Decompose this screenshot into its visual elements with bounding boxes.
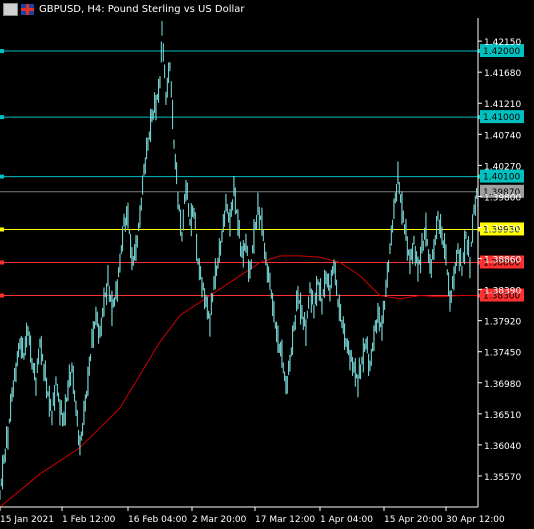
y-tick-label: 1.37450: [484, 349, 521, 359]
level-handle[interactable]: [0, 227, 4, 232]
y-tick-label: 1.36510: [484, 411, 521, 421]
moving-average: [0, 255, 478, 508]
x-tick-label: 17 Mar 12:00: [255, 515, 315, 525]
y-tick-label: 1.35570: [484, 473, 521, 483]
x-tick-label: 15 Apr 20:00: [384, 515, 443, 525]
x-tick-label: 2 Mar 20:00: [192, 515, 247, 525]
y-tick-label: 1.41210: [484, 100, 521, 110]
level-handle[interactable]: [0, 49, 4, 54]
y-tick-label: 1.42150: [484, 38, 521, 48]
x-tick-label: 1 Feb 12:00: [62, 515, 116, 525]
y-tick-label: 1.39330: [484, 224, 521, 234]
y-tick-label: 1.39800: [484, 193, 521, 203]
level-price-label: 1.42000: [483, 47, 520, 57]
price-series: [0, 20, 479, 500]
x-tick-label: 30 Apr 12:00: [446, 515, 505, 525]
y-tick-label: 1.36980: [484, 380, 521, 390]
x-tick-label: 1 Apr 04:00: [320, 515, 373, 525]
level-handle[interactable]: [0, 115, 4, 120]
y-tick-label: 1.37920: [484, 318, 521, 328]
ma-line: [0, 255, 478, 508]
x-tick-label: 15 Jan 2021: [0, 515, 54, 525]
level-handle[interactable]: [0, 293, 4, 298]
x-tick-label: 16 Feb 04:00: [128, 515, 187, 525]
y-tick-label: 1.38860: [484, 256, 521, 266]
y-tick-label: 1.40270: [484, 162, 521, 172]
level-price-label: 1.41000: [483, 113, 520, 123]
y-tick-label: 1.40740: [484, 131, 521, 141]
price-chart[interactable]: 1.420001.410001.401001.399301.388001.383…: [0, 0, 534, 529]
y-tick-label: 1.36040: [484, 442, 521, 452]
level-handle[interactable]: [0, 174, 4, 179]
level-price-label: 1.40100: [483, 173, 520, 183]
y-tick-label: 1.41680: [484, 69, 521, 79]
y-tick-label: 1.38390: [484, 287, 521, 297]
level-handle[interactable]: [0, 260, 4, 265]
